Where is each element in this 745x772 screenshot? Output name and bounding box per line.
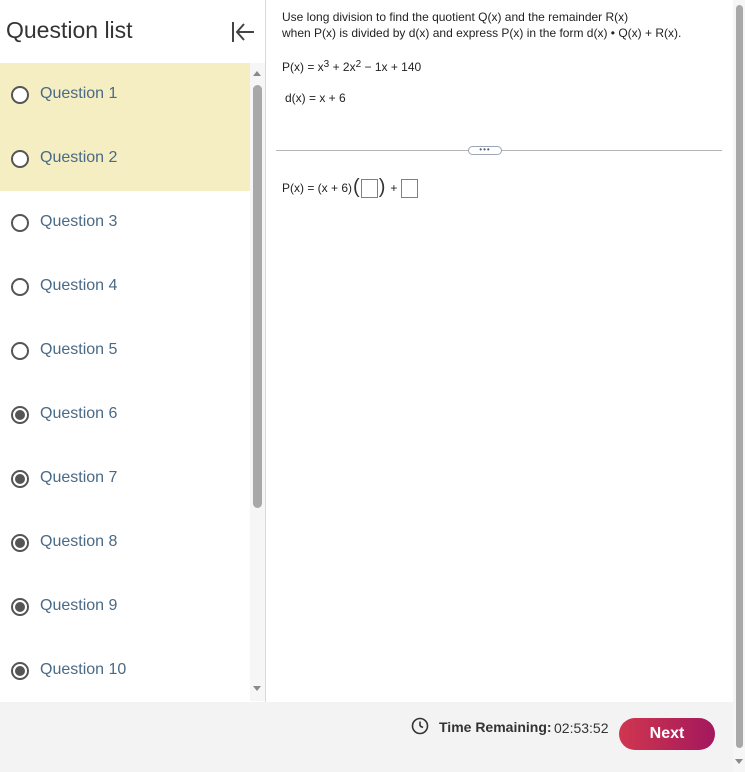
- question-list-item[interactable]: Question 9: [0, 575, 250, 639]
- scroll-up-arrow-icon[interactable]: [253, 71, 261, 76]
- question-list-item-label: Question 2: [40, 149, 118, 166]
- question-list-header: Question list: [0, 0, 266, 62]
- question-panel: Use long division to find the quotient Q…: [267, 0, 733, 702]
- question-list-item[interactable]: Question 3: [0, 191, 250, 255]
- question-list-item[interactable]: Question 7: [0, 447, 250, 511]
- footer-bar: Time Remaining: 02:53:52 Next: [0, 702, 733, 772]
- unanswered-radio-icon: [11, 86, 29, 104]
- p-rest: − 1x + 140: [361, 60, 422, 74]
- next-button[interactable]: Next: [619, 718, 715, 750]
- plus-sign: +: [390, 181, 398, 195]
- collapse-left-icon: [232, 22, 254, 42]
- quotient-input[interactable]: [360, 178, 378, 198]
- question-list-panel: Question list Question 1 Question 2 Questi…: [0, 0, 266, 702]
- question-list: Question 1 Question 2 Question 3 Question 4…: [0, 63, 250, 701]
- question-list-scrollbar[interactable]: [250, 63, 265, 701]
- question-list-item-label: Question 5: [40, 341, 118, 358]
- open-paren: (: [353, 176, 360, 198]
- question-list-item-label: Question 7: [40, 469, 118, 486]
- time-remaining-label: Time Remaining:: [439, 719, 552, 735]
- question-list-item[interactable]: Question 8: [0, 511, 250, 575]
- close-paren: ): [378, 176, 386, 198]
- collapse-panel-button[interactable]: [229, 18, 257, 46]
- unanswered-radio-icon: [11, 214, 29, 232]
- unanswered-radio-icon: [11, 278, 29, 296]
- answered-radio-icon: [11, 662, 29, 680]
- question-list-item-label: Question 3: [40, 213, 118, 230]
- p-exponent-1: 3: [323, 59, 330, 70]
- question-instructions: Use long division to find the quotient Q…: [282, 9, 681, 41]
- question-list-item[interactable]: Question 6: [0, 383, 250, 447]
- answered-radio-icon: [11, 598, 29, 616]
- remainder-input[interactable]: [401, 178, 419, 198]
- divisor-d: d(x) = x + 6: [285, 91, 346, 105]
- question-list-item-label: Question 1: [40, 85, 118, 102]
- clock-icon: [411, 717, 429, 735]
- answer-prefix: P(x) = (x + 6): [282, 181, 353, 195]
- question-list-item[interactable]: Question 2: [0, 127, 250, 191]
- expand-more-button[interactable]: •••: [468, 146, 502, 155]
- question-list-item-label: Question 6: [40, 405, 118, 422]
- unanswered-radio-icon: [11, 150, 29, 168]
- question-list-item-label: Question 10: [40, 661, 127, 678]
- time-remaining-value: 02:53:52: [554, 720, 609, 736]
- answered-radio-icon: [11, 534, 29, 552]
- p-lhs: P(x) = x: [282, 60, 324, 74]
- instruction-line-1: Use long division to find the quotient Q…: [282, 10, 629, 24]
- unanswered-radio-icon: [11, 342, 29, 360]
- question-list-title: Question list: [6, 17, 133, 43]
- instruction-line-2: when P(x) is divided by d(x) and express…: [282, 26, 682, 40]
- question-list-item-label: Question 4: [40, 277, 118, 294]
- p-mid: + 2x: [329, 60, 356, 74]
- question-list-item[interactable]: Question 1: [0, 63, 250, 127]
- page-scroll-down-icon[interactable]: [735, 759, 743, 764]
- question-list-item-label: Question 8: [40, 533, 118, 550]
- question-list-item-label: Question 9: [40, 597, 118, 614]
- question-list-item[interactable]: Question 5: [0, 319, 250, 383]
- p-exponent-2: 2: [355, 59, 362, 70]
- answered-radio-icon: [11, 406, 29, 424]
- page-scrollbar[interactable]: [733, 0, 745, 772]
- page-scroll-thumb[interactable]: [736, 5, 743, 748]
- question-list-item[interactable]: Question 4: [0, 255, 250, 319]
- question-list-item[interactable]: Question 10: [0, 639, 250, 701]
- answered-radio-icon: [11, 470, 29, 488]
- scroll-down-arrow-icon[interactable]: [253, 686, 261, 691]
- question-list-scroll-thumb[interactable]: [253, 85, 262, 508]
- polynomial-p: P(x) = x3 + 2x2 − 1x + 140: [282, 59, 422, 74]
- answer-expression: P(x) = (x + 6) ( ) +: [282, 176, 419, 198]
